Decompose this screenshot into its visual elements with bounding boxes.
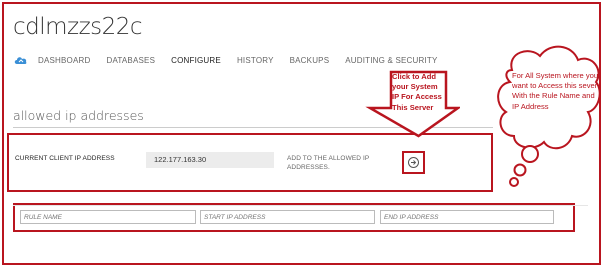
current-ip-value: 122.177.163.30	[146, 152, 274, 168]
arrow-annotation-text: Click to Add your System IP For Access T…	[392, 72, 442, 112]
tab-auditing-security[interactable]: AUDITING & SECURITY	[345, 56, 437, 65]
nav-bar: DASHBOARD DATABASES CONFIGURE HISTORY BA…	[14, 54, 454, 66]
page-title: cdlmzzs22c	[13, 14, 143, 40]
divider	[13, 205, 588, 206]
cloud-annotation-text: For All System where you want to Access …	[512, 71, 599, 111]
add-ip-button[interactable]	[402, 151, 425, 174]
tab-history[interactable]: HISTORY	[237, 56, 274, 65]
start-ip-input[interactable]	[200, 210, 375, 224]
current-ip-label: CURRENT CLIENT IP ADDRESS	[15, 155, 115, 162]
sql-cloud-icon[interactable]	[14, 55, 28, 65]
rule-name-input[interactable]	[20, 210, 196, 224]
tab-dashboard[interactable]: DASHBOARD	[38, 56, 90, 65]
tab-databases[interactable]: DATABASES	[106, 56, 155, 65]
end-ip-input[interactable]	[380, 210, 554, 224]
arrow-right-icon	[408, 157, 419, 168]
tab-configure[interactable]: CONFIGURE	[171, 56, 221, 65]
tab-backups[interactable]: BACKUPS	[290, 56, 330, 65]
add-to-allowed-label: ADD TO THE ALLOWED IP ADDRESSES.	[287, 155, 370, 171]
annotation-callout-cloud	[497, 45, 601, 187]
section-title: allowed ip addresses	[13, 108, 144, 123]
